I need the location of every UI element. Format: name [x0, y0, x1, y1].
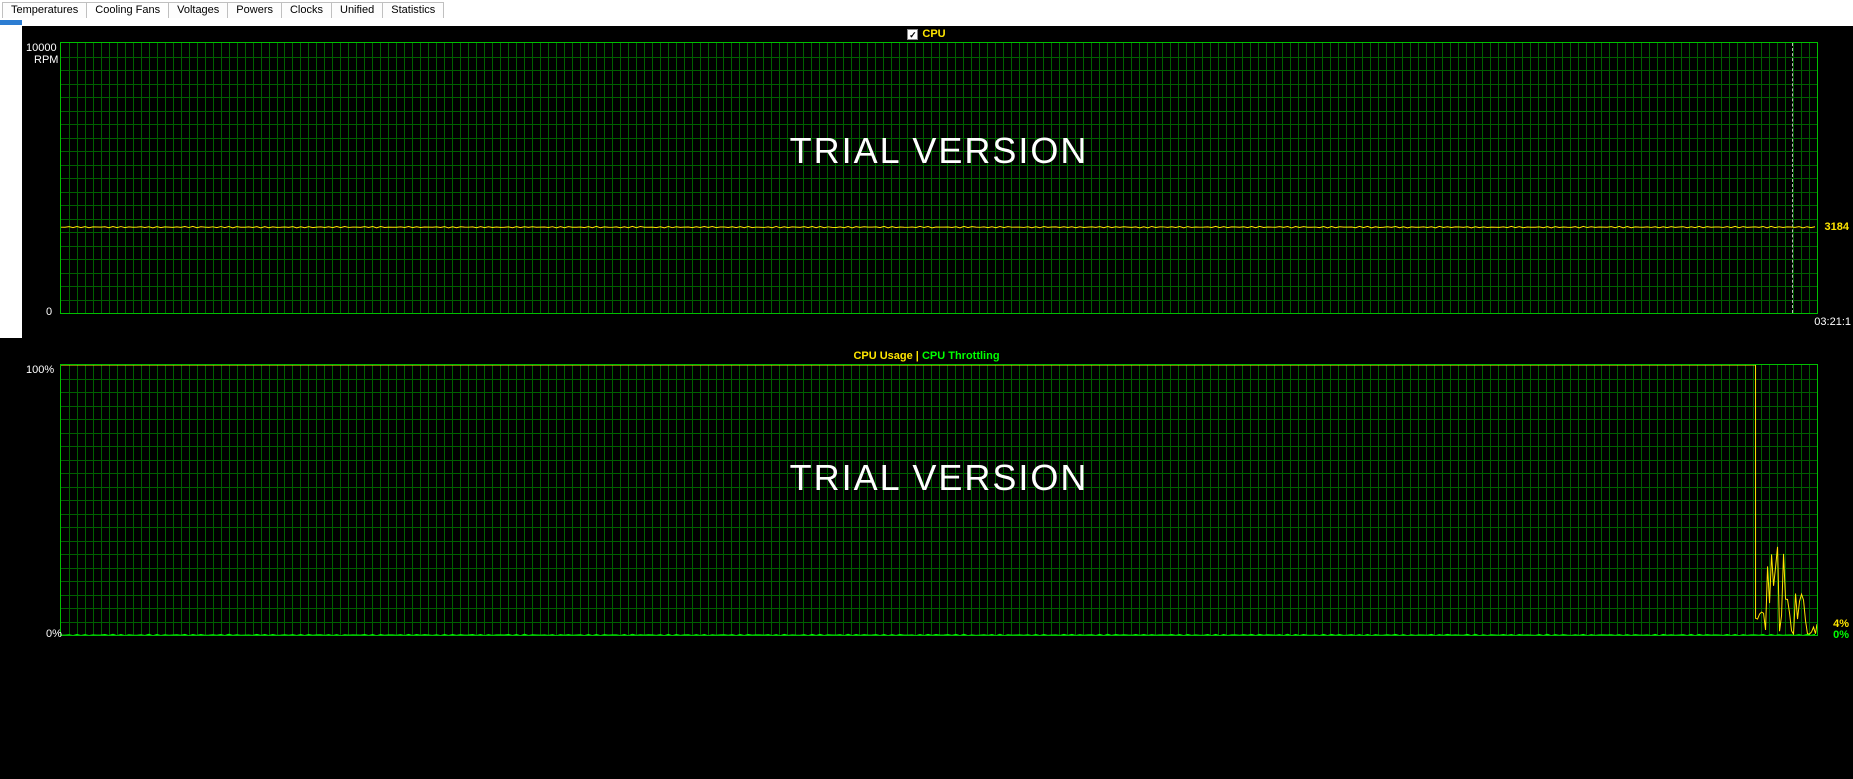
legend-item[interactable]: CPU Usage — [853, 350, 912, 362]
left-gutter — [0, 26, 22, 338]
plot-area[interactable]: TRIAL VERSION — [60, 364, 1818, 636]
time-cursor[interactable] — [1792, 43, 1793, 313]
progress-indicator — [0, 20, 22, 25]
legend-item[interactable]: CPU — [922, 28, 945, 40]
chart-panel: CPU Usage | CPU ThrottlingTRIAL VERSION1… — [0, 348, 1853, 660]
chart-legend: ✓ CPU — [0, 26, 1853, 42]
tab-voltages[interactable]: Voltages — [168, 2, 228, 18]
chart-legend: CPU Usage | CPU Throttling — [0, 348, 1853, 364]
y-axis-max: 100% — [26, 364, 54, 376]
y-axis-unit: RPM — [34, 54, 58, 66]
tab-clocks[interactable]: Clocks — [281, 2, 332, 18]
tab-strip: TemperaturesCooling FansVoltagesPowersCl… — [0, 0, 1853, 18]
plot-area[interactable]: TRIAL VERSION — [60, 42, 1818, 314]
chart-panel: ✓ CPU TRIAL VERSION10000RPM 0 3184 03:21:1 — [0, 26, 1853, 338]
tab-unified[interactable]: Unified — [331, 2, 383, 18]
timestamp-label: 03:21:1 — [1814, 316, 1851, 328]
y-axis-max: 10000 — [26, 42, 57, 54]
tab-statistics[interactable]: Statistics — [382, 2, 444, 18]
tab-powers[interactable]: Powers — [227, 2, 282, 18]
value-tag: 3184 — [1825, 221, 1849, 233]
legend-item[interactable]: CPU Throttling — [922, 350, 1000, 362]
progress-strip — [0, 18, 1853, 26]
y-axis-min: 0 — [46, 306, 52, 318]
legend-separator: | — [913, 350, 922, 362]
value-tag: 0% — [1833, 629, 1849, 641]
tab-temperatures[interactable]: Temperatures — [2, 2, 87, 18]
tab-cooling-fans[interactable]: Cooling Fans — [86, 2, 169, 19]
y-axis-min: 0% — [46, 628, 62, 640]
legend-checkbox[interactable]: ✓ — [907, 29, 918, 40]
